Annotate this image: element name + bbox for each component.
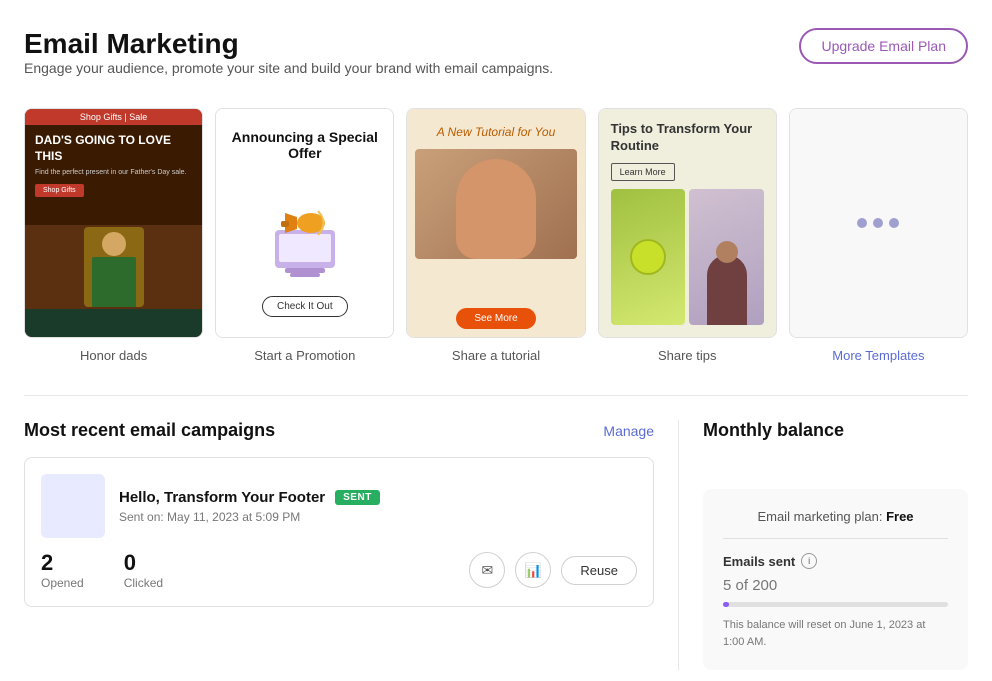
campaigns-header: Most recent email campaigns Manage: [24, 420, 654, 441]
progress-bar-fill: [723, 602, 729, 607]
campaign-card: Hello, Transform Your Footer SENT Sent o…: [24, 457, 654, 607]
tutorial-cta: See More: [456, 308, 535, 329]
campaign-stats-row: 2 Opened 0 Clicked ✉ 📊 Reus: [41, 550, 637, 590]
person-silhouette-icon: [707, 255, 747, 325]
templates-row: Shop Gifts | Sale DAD'S GOING TO LOVE TH…: [24, 108, 968, 363]
emails-sent-label: Emails sent i: [723, 553, 948, 569]
campaigns-title: Most recent email campaigns: [24, 420, 275, 441]
stat-opened: 2 Opened: [41, 550, 84, 590]
dot-2: [873, 218, 883, 228]
plan-text: Email marketing plan: Free: [723, 509, 948, 524]
honor-dads-content: DAD'S GOING TO LOVE THIS Find the perfec…: [25, 125, 202, 225]
tips-img-right: [689, 189, 764, 325]
honor-dads-image: [25, 225, 202, 309]
template-label-tips: Share tips: [658, 348, 717, 363]
more-inner: [790, 109, 967, 337]
info-icon[interactable]: i: [801, 553, 817, 569]
progress-bar-wrap: [723, 602, 948, 607]
honor-dads-inner: Shop Gifts | Sale DAD'S GOING TO LOVE TH…: [25, 109, 202, 337]
chart-action-button[interactable]: 📊: [515, 552, 551, 588]
sent-badge: SENT: [335, 490, 380, 505]
tips-title: Tips to Transform Your Routine: [611, 121, 764, 155]
count-of: of: [731, 577, 752, 594]
campaign-date: Sent on: May 11, 2023 at 5:09 PM: [119, 510, 380, 524]
balance-divider: [723, 538, 948, 539]
page-title: Email Marketing: [24, 28, 553, 60]
template-label-tutorial: Share a tutorial: [452, 348, 540, 363]
upgrade-button[interactable]: Upgrade Email Plan: [799, 28, 968, 64]
reset-text: This balance will reset on June 1, 2023 …: [723, 617, 948, 650]
honor-dads-body: Find the perfect present in our Father's…: [35, 168, 192, 178]
bottom-section: Most recent email campaigns Manage Hello…: [24, 420, 968, 670]
honor-dads-cta: Shop Gifts: [35, 184, 84, 197]
plan-name: Free: [886, 509, 913, 524]
dad-figure: [84, 227, 144, 307]
page-wrapper: Email Marketing Engage your audience, pr…: [0, 0, 992, 670]
stat-opened-label: Opened: [41, 576, 84, 590]
page-header: Email Marketing Engage your audience, pr…: [24, 28, 968, 100]
campaign-thumbnail: [41, 474, 105, 538]
count-total: 200: [752, 577, 777, 594]
honor-dads-headline: DAD'S GOING TO LOVE THIS: [35, 133, 192, 164]
more-dots: [857, 218, 899, 228]
manage-link[interactable]: Manage: [603, 423, 654, 439]
campaign-name-row: Hello, Transform Your Footer SENT: [119, 489, 380, 506]
template-preview-more: [789, 108, 968, 338]
dot-1: [857, 218, 867, 228]
stat-clicked-value: 0: [124, 550, 163, 576]
stat-opened-value: 2: [41, 550, 84, 576]
reuse-button[interactable]: Reuse: [561, 556, 637, 585]
emails-sent-text: Emails sent: [723, 554, 795, 569]
dot-3: [889, 218, 899, 228]
promo-title: Announcing a Special Offer: [226, 129, 383, 161]
template-card-tips[interactable]: Tips to Transform Your Routine Learn Mor…: [598, 108, 777, 363]
tips-img-left: [611, 189, 686, 325]
template-label-promotion: Start a Promotion: [254, 348, 355, 363]
header-left: Email Marketing Engage your audience, pr…: [24, 28, 553, 100]
campaign-actions: ✉ 📊 Reuse: [469, 552, 637, 588]
page-subtitle: Engage your audience, promote your site …: [24, 60, 553, 76]
tips-inner: Tips to Transform Your Routine Learn Mor…: [599, 109, 776, 337]
stat-clicked-label: Clicked: [124, 576, 163, 590]
template-label-more[interactable]: More Templates: [832, 348, 924, 363]
template-preview-tutorial: A New Tutorial for You ▶ See More: [406, 108, 585, 338]
honor-dads-topbar: Shop Gifts | Sale: [25, 109, 202, 125]
plan-prefix: Email marketing plan:: [757, 509, 882, 524]
tips-images: [611, 189, 764, 325]
template-card-promotion[interactable]: Announcing a Special Offer: [215, 108, 394, 363]
tips-cta: Learn More: [611, 163, 675, 181]
campaign-name: Hello, Transform Your Footer: [119, 489, 325, 506]
tutorial-inner: A New Tutorial for You ▶ See More: [407, 109, 584, 337]
tutorial-face: [456, 159, 536, 259]
template-label-honor-dads: Honor dads: [80, 348, 147, 363]
info-icon-symbol: i: [808, 556, 811, 566]
promo-inner: Announcing a Special Offer: [216, 109, 393, 337]
balance-card: Email marketing plan: Free Emails sent i…: [703, 489, 968, 670]
balance-section: Monthly balance Email marketing plan: Fr…: [679, 420, 968, 670]
template-card-more[interactable]: More Templates: [789, 108, 968, 363]
template-preview-promotion: Announcing a Special Offer: [215, 108, 394, 338]
template-card-honor-dads[interactable]: Shop Gifts | Sale DAD'S GOING TO LOVE TH…: [24, 108, 203, 363]
campaign-info: Hello, Transform Your Footer SENT Sent o…: [119, 489, 380, 524]
promo-visual: [255, 173, 355, 296]
section-divider: [24, 395, 968, 396]
campaign-card-header: Hello, Transform Your Footer SENT Sent o…: [41, 474, 637, 538]
campaigns-section: Most recent email campaigns Manage Hello…: [24, 420, 679, 670]
lime-circle-icon: [630, 239, 666, 275]
tutorial-photo: ▶: [415, 149, 576, 259]
promo-cta: Check It Out: [262, 296, 348, 317]
template-preview-honor-dads: Shop Gifts | Sale DAD'S GOING TO LOVE TH…: [24, 108, 203, 338]
email-action-button[interactable]: ✉: [469, 552, 505, 588]
tutorial-title: A New Tutorial for You: [437, 125, 556, 139]
template-preview-tips: Tips to Transform Your Routine Learn Mor…: [598, 108, 777, 338]
promo-illustration-icon: [255, 185, 355, 285]
email-count: 5 of 200: [723, 577, 948, 594]
stat-clicked: 0 Clicked: [124, 550, 163, 590]
balance-title: Monthly balance: [703, 420, 968, 441]
honor-dads-footer: [25, 309, 202, 337]
email-icon: ✉: [482, 562, 494, 579]
template-card-tutorial[interactable]: A New Tutorial for You ▶ See More Share …: [406, 108, 585, 363]
chart-icon: 📊: [525, 562, 542, 579]
